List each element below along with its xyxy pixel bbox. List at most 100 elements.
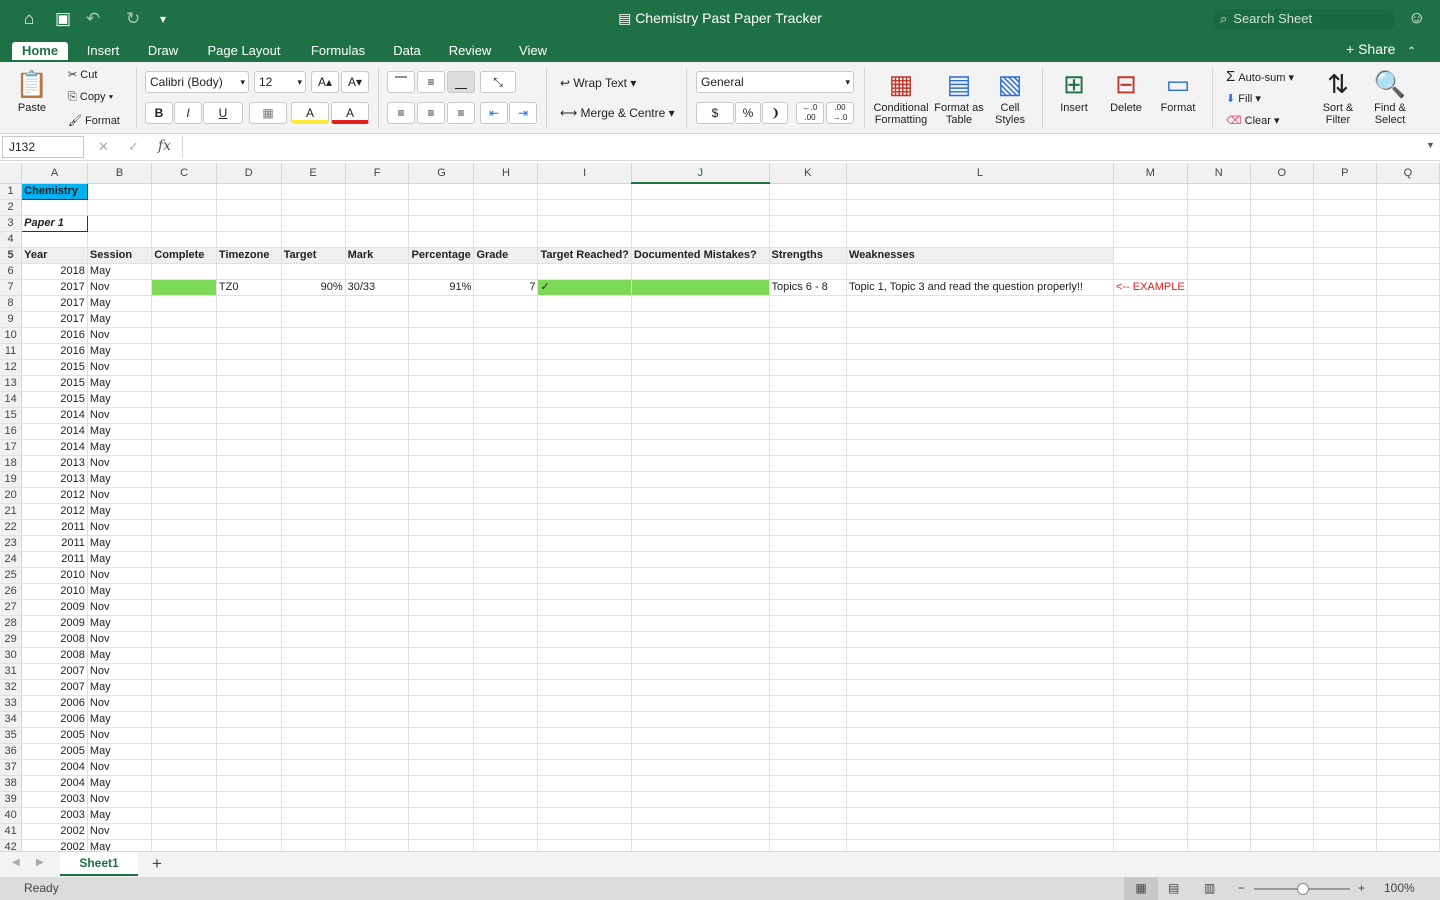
- cell[interactable]: [769, 439, 847, 456]
- tab-page-layout[interactable]: Page Layout: [198, 42, 290, 62]
- cell[interactable]: [1376, 263, 1440, 280]
- cell[interactable]: [1376, 743, 1440, 760]
- cell[interactable]: May: [87, 535, 153, 552]
- cell[interactable]: [537, 551, 632, 568]
- cell[interactable]: [1250, 439, 1314, 456]
- cell[interactable]: [631, 471, 770, 488]
- cell[interactable]: [537, 199, 632, 216]
- column-header-j[interactable]: J: [631, 163, 770, 184]
- cell[interactable]: [846, 583, 1114, 600]
- format-painter-button[interactable]: 🖌 Format: [68, 114, 120, 127]
- cell[interactable]: [769, 455, 847, 472]
- cell[interactable]: [1187, 295, 1251, 312]
- cell[interactable]: [537, 615, 632, 632]
- cell[interactable]: [846, 567, 1114, 584]
- cell[interactable]: 91%: [408, 279, 475, 296]
- cell[interactable]: May: [87, 583, 153, 600]
- cell[interactable]: [846, 535, 1114, 552]
- cell[interactable]: [1250, 599, 1314, 616]
- cell[interactable]: [87, 183, 153, 200]
- cell[interactable]: [408, 295, 475, 312]
- cell[interactable]: [281, 775, 346, 792]
- column-header-h[interactable]: H: [473, 163, 539, 184]
- cell[interactable]: [281, 199, 346, 216]
- cell[interactable]: [1113, 231, 1188, 248]
- cell[interactable]: [151, 423, 217, 440]
- cell[interactable]: [408, 599, 475, 616]
- cell[interactable]: [1113, 807, 1188, 824]
- row-header[interactable]: 36: [0, 743, 23, 760]
- tab-view[interactable]: View: [512, 42, 554, 62]
- cell[interactable]: [1376, 551, 1440, 568]
- row-header[interactable]: 2: [0, 199, 23, 216]
- cell[interactable]: [846, 599, 1114, 616]
- column-header-k[interactable]: K: [769, 163, 847, 184]
- cell[interactable]: [473, 327, 539, 344]
- cell[interactable]: [1113, 407, 1188, 424]
- row-header[interactable]: 18: [0, 455, 23, 472]
- cell[interactable]: [281, 471, 346, 488]
- cell[interactable]: [537, 743, 632, 760]
- cell[interactable]: [216, 711, 282, 728]
- cell[interactable]: [1187, 471, 1251, 488]
- cell[interactable]: [1376, 727, 1440, 744]
- cell[interactable]: [21, 231, 88, 248]
- cell[interactable]: [408, 375, 475, 392]
- zoom-in-icon[interactable]: +: [1358, 877, 1365, 900]
- cell[interactable]: [769, 519, 847, 536]
- row-header[interactable]: 22: [0, 519, 23, 536]
- cell[interactable]: [345, 519, 410, 536]
- cell[interactable]: [631, 583, 770, 600]
- cell[interactable]: [408, 487, 475, 504]
- cell[interactable]: [473, 647, 539, 664]
- cell[interactable]: Nov: [87, 727, 153, 744]
- cell[interactable]: [537, 759, 632, 776]
- copy-button[interactable]: ⎘ Copy ▾: [68, 91, 113, 104]
- cell[interactable]: [537, 423, 632, 440]
- cell[interactable]: [473, 199, 539, 216]
- cell[interactable]: [151, 583, 217, 600]
- cell[interactable]: [345, 439, 410, 456]
- cell[interactable]: [537, 631, 632, 648]
- cell[interactable]: [1250, 631, 1314, 648]
- row-header[interactable]: 3: [0, 215, 23, 232]
- cell[interactable]: [769, 183, 847, 200]
- cell[interactable]: [1250, 807, 1314, 824]
- cell[interactable]: [769, 567, 847, 584]
- cell[interactable]: [1313, 839, 1377, 851]
- cell[interactable]: [769, 695, 847, 712]
- cell[interactable]: [769, 503, 847, 520]
- cell[interactable]: [1187, 631, 1251, 648]
- cell[interactable]: [1376, 327, 1440, 344]
- cell[interactable]: Nov: [87, 567, 153, 584]
- cell[interactable]: [216, 215, 282, 232]
- cell[interactable]: [408, 807, 475, 824]
- cell[interactable]: [846, 631, 1114, 648]
- cell[interactable]: Nov: [87, 823, 153, 840]
- cell[interactable]: [1113, 519, 1188, 536]
- cell[interactable]: [1187, 231, 1251, 248]
- cell[interactable]: [151, 551, 217, 568]
- cell[interactable]: [1376, 807, 1440, 824]
- paper-cell[interactable]: Paper 1: [21, 214, 88, 232]
- cell[interactable]: [473, 807, 539, 824]
- cell[interactable]: [1113, 327, 1188, 344]
- cell[interactable]: [1250, 215, 1314, 232]
- row-header[interactable]: 10: [0, 327, 23, 344]
- zoom-slider-thumb[interactable]: [1297, 883, 1309, 895]
- cell[interactable]: [1113, 487, 1188, 504]
- cell[interactable]: [281, 743, 346, 760]
- cell[interactable]: [281, 391, 346, 408]
- paste-button[interactable]: 📋 Paste: [10, 66, 54, 114]
- cell[interactable]: [473, 775, 539, 792]
- cell[interactable]: [1313, 375, 1377, 392]
- cell[interactable]: [473, 535, 539, 552]
- cell[interactable]: [151, 503, 217, 520]
- cell[interactable]: May: [87, 711, 153, 728]
- cell[interactable]: [769, 231, 847, 248]
- cell[interactable]: 7: [473, 279, 539, 296]
- cell[interactable]: Nov: [87, 519, 153, 536]
- cell[interactable]: [345, 471, 410, 488]
- cell[interactable]: [1313, 583, 1377, 600]
- cell[interactable]: May: [87, 295, 153, 312]
